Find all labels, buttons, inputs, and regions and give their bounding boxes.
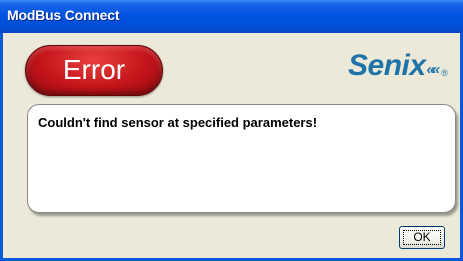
window-title: ModBus Connect xyxy=(7,7,120,23)
brand-logo: Senix «« ® xyxy=(348,49,448,83)
message-panel: Couldn't find sensor at specified parame… xyxy=(27,104,456,213)
ok-button[interactable]: OK xyxy=(399,226,445,249)
title-bar[interactable]: ModBus Connect xyxy=(0,0,463,33)
brand-chevrons-icon: «« xyxy=(426,61,441,78)
error-badge: Error xyxy=(25,45,163,96)
brand-name: Senix xyxy=(348,49,426,82)
ok-button-label: OK xyxy=(413,230,431,244)
registered-mark: ® xyxy=(441,68,448,78)
error-label: Error xyxy=(62,54,126,85)
error-message: Couldn't find sensor at specified parame… xyxy=(38,115,318,130)
dialog-window: ModBus Connect Error Senix «« ® Couldn't… xyxy=(0,0,463,261)
